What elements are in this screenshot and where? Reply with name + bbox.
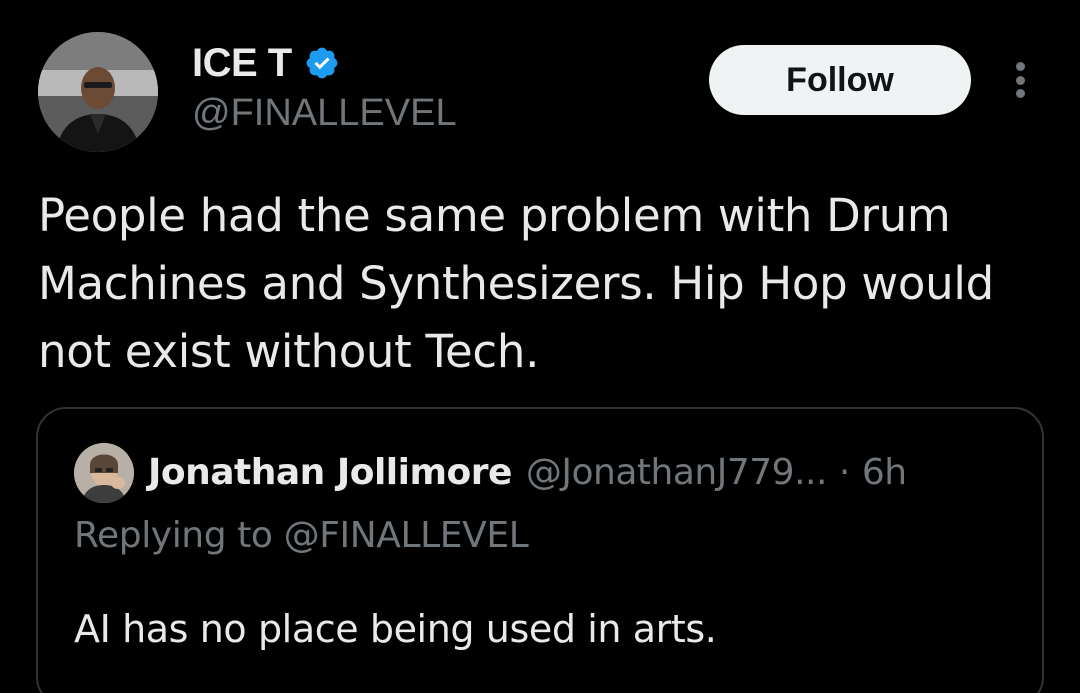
- separator-dot: ·: [838, 451, 850, 493]
- quoted-tweet-text: AI has no place being used in arts.: [74, 607, 717, 651]
- more-dot: [1015, 62, 1025, 71]
- tweet-text: People had the same problem with Drum Ma…: [38, 189, 994, 378]
- quoted-tweet-card[interactable]: Jonathan Jollimore @JonathanJ779... · 6h…: [36, 407, 1044, 693]
- author-name[interactable]: ICE T: [192, 41, 292, 86]
- quoted-tweet-header: Jonathan Jollimore @JonathanJ779... · 6h: [148, 447, 907, 497]
- follow-button[interactable]: Follow: [709, 45, 971, 115]
- author-avatar[interactable]: [38, 32, 158, 152]
- quoted-tweet-timestamp[interactable]: 6h: [862, 452, 907, 493]
- tweet: ICE T @FINALLEVEL Follow People had the …: [0, 0, 1080, 693]
- quoted-author-name[interactable]: Jonathan Jollimore: [148, 452, 512, 493]
- replying-to-label: Replying to @FINALLEVEL: [74, 515, 529, 556]
- more-dot: [1015, 75, 1025, 85]
- author-name-row: ICE T: [192, 38, 340, 88]
- more-dot: [1015, 89, 1025, 98]
- quoted-author-avatar[interactable]: [74, 443, 134, 503]
- more-options-icon[interactable]: [1004, 58, 1036, 102]
- quoted-author-handle[interactable]: @JonathanJ779...: [526, 452, 828, 493]
- verified-badge-icon: [304, 45, 340, 81]
- author-handle[interactable]: @FINALLEVEL: [192, 92, 457, 135]
